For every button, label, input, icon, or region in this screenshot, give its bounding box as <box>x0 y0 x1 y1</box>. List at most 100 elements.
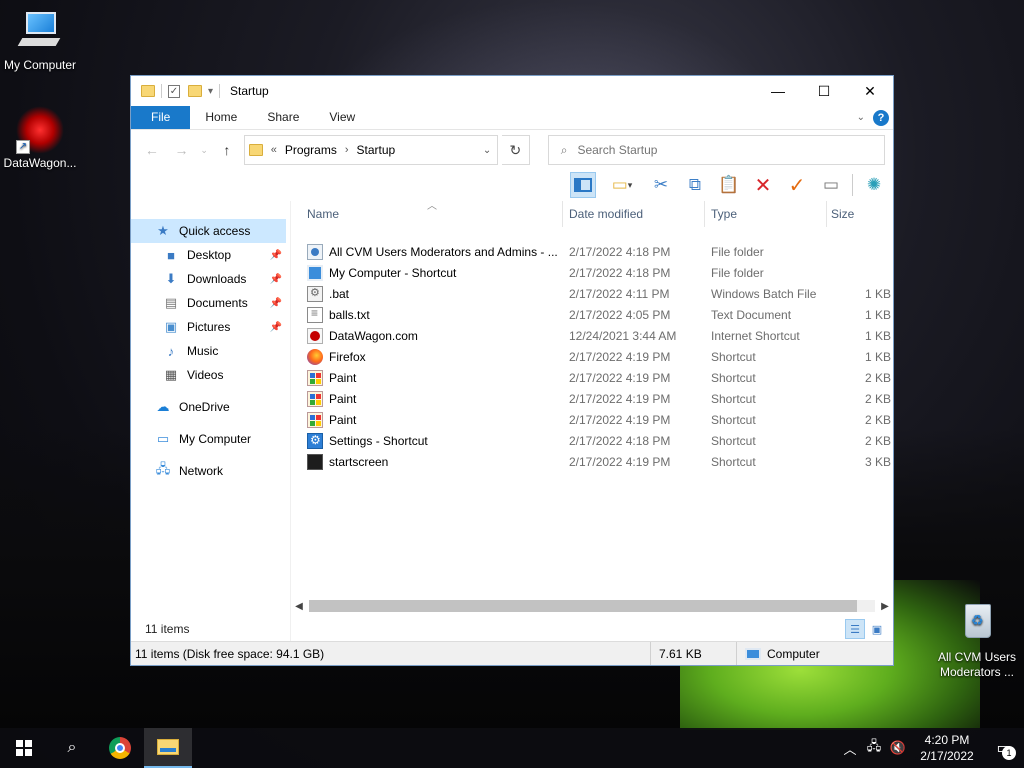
nav-item-documents[interactable]: ▤ Documents 📌 <box>131 291 290 315</box>
desktop-icon-my-computer[interactable]: My Computer <box>0 8 80 72</box>
nav-item-downloads[interactable]: ⬇ Downloads 📌 <box>131 267 290 291</box>
file-row[interactable]: balls.txt 2/17/2022 4:05 PM Text Documen… <box>291 304 893 325</box>
folder-options-icon[interactable]: ▭ ▾ <box>604 172 640 198</box>
nav-item-desktop[interactable]: ■ Desktop 📌 <box>131 243 290 267</box>
recent-locations-icon[interactable]: ⌄ <box>198 145 210 156</box>
pin-icon[interactable]: 📌 <box>270 322 282 333</box>
clock-time: 4:20 PM <box>924 733 970 747</box>
item-count-bar: 11 items ☰ ▣ <box>131 617 893 641</box>
file-size: 1 KB <box>864 307 891 322</box>
taskbar-chrome[interactable] <box>96 728 144 768</box>
start-button[interactable] <box>0 728 48 768</box>
maximize-button[interactable]: ☐ <box>801 76 847 106</box>
chevron-up-icon[interactable]: ︿ <box>838 739 862 758</box>
shell-icon[interactable]: ✺ <box>861 172 887 198</box>
nav-item-label: Desktop <box>187 248 232 262</box>
details-view-icon[interactable]: ☰ <box>845 619 865 639</box>
pin-icon[interactable]: 📌 <box>270 298 282 309</box>
status-summary: 11 items (Disk free space: 94.1 GB) <box>131 642 651 665</box>
nav-item-network[interactable]: 🖧 Network <box>131 459 290 483</box>
properties-icon[interactable]: ✓ <box>168 84 180 98</box>
file-size: 1 KB <box>864 349 891 364</box>
file-row[interactable]: Paint 2/17/2022 4:19 PM Shortcut 2 KB <box>291 409 893 430</box>
volume-muted-icon[interactable]: 🔇 <box>886 740 910 756</box>
search-box[interactable]: ⌕ <box>547 135 885 165</box>
title-bar[interactable]: ✓ ▾ Startup — ☐ ✕ <box>131 76 893 106</box>
nav-item-my-computer[interactable]: ▭ My Computer <box>131 427 290 451</box>
address-bar[interactable]: « Programs › Startup ⌄ <box>243 135 499 165</box>
expand-ribbon-icon[interactable]: ⌄ <box>857 112 865 123</box>
file-date: 2/17/2022 4:19 PM <box>569 412 671 427</box>
file-row[interactable]: Paint 2/17/2022 4:19 PM Shortcut 2 KB <box>291 367 893 388</box>
file-row[interactable]: DataWagon.com 12/24/2021 3:44 AM Interne… <box>291 325 893 346</box>
nav-item-quick-access[interactable]: ★ Quick access <box>131 219 286 243</box>
scroll-right-icon[interactable]: ▶ <box>877 601 893 612</box>
computer-icon <box>16 8 64 56</box>
close-button[interactable]: ✕ <box>847 76 893 106</box>
file-row[interactable]: .bat 2/17/2022 4:11 PM Windows Batch Fil… <box>291 283 893 304</box>
tab-share[interactable]: Share <box>252 106 314 129</box>
nav-item-pictures[interactable]: ▣ Pictures 📌 <box>131 315 290 339</box>
file-row[interactable]: Settings - Shortcut 2/17/2022 4:18 PM Sh… <box>291 430 893 451</box>
nav-item-label: My Computer <box>179 432 252 446</box>
file-row[interactable]: All CVM Users Moderators and Admins - ..… <box>291 241 893 262</box>
status-location: Computer <box>767 646 820 661</box>
up-arrow-icon[interactable]: ↑ <box>214 142 240 158</box>
tab-home[interactable]: Home <box>190 106 252 129</box>
properties-icon[interactable]: ▭ <box>818 172 844 198</box>
breadcrumb-startup[interactable]: Startup <box>357 143 396 157</box>
new-folder-icon[interactable] <box>188 85 202 97</box>
preview-pane-button[interactable] <box>570 172 596 198</box>
window-title: Startup <box>230 84 269 98</box>
scroll-left-icon[interactable]: ◀ <box>291 601 307 612</box>
back-arrow-icon[interactable]: ← <box>139 142 165 158</box>
tab-view[interactable]: View <box>314 106 370 129</box>
file-date: 2/17/2022 4:19 PM <box>569 349 671 364</box>
paste-icon[interactable]: 📋 <box>716 172 742 198</box>
quick-access-toolbar-dropdown-icon[interactable]: ▾ <box>208 86 213 97</box>
search-button[interactable]: ⌕ <box>48 728 96 768</box>
horizontal-scrollbar[interactable]: ◀ ▶ <box>291 597 893 615</box>
nav-item-videos[interactable]: ▦ Videos <box>131 363 290 387</box>
cut-icon[interactable]: ✂ <box>648 172 674 198</box>
file-row[interactable]: startscreen 2/17/2022 4:19 PM Shortcut 3… <box>291 451 893 472</box>
file-row[interactable]: My Computer - Shortcut 2/17/2022 4:18 PM… <box>291 262 893 283</box>
file-type: Shortcut <box>711 391 756 406</box>
copy-icon[interactable]: ⧉ <box>682 172 708 198</box>
forward-arrow-icon[interactable]: → <box>169 142 195 158</box>
pin-icon[interactable]: 📌 <box>270 250 282 261</box>
desktop-icon-datawagon[interactable]: ↗ DataWagon... <box>0 106 80 170</box>
delete-icon[interactable]: ✕ <box>750 172 776 198</box>
chevron-right-icon[interactable]: › <box>345 144 349 156</box>
pin-icon[interactable]: 📌 <box>270 274 282 285</box>
column-header-type[interactable]: Type <box>705 201 827 227</box>
nav-item-music[interactable]: ♪ Music <box>131 339 290 363</box>
tab-file[interactable]: File <box>131 106 191 129</box>
nav-item-label: Pictures <box>187 320 231 334</box>
action-center-button[interactable]: ▭ 1 <box>984 728 1024 768</box>
rename-icon[interactable]: ✓ <box>784 172 810 198</box>
file-type: Internet Shortcut <box>711 328 800 343</box>
clock[interactable]: 4:20 PM 2/17/2022 <box>910 732 984 764</box>
desktop-icon-recycle-bin[interactable]: All CVM Users Moderators ... <box>932 600 1022 680</box>
film-icon: ▦ <box>164 367 178 382</box>
breadcrumb-programs[interactable]: Programs <box>285 143 337 157</box>
nav-item-onedrive[interactable]: ☁ OneDrive <box>131 395 290 419</box>
large-icons-view-icon[interactable]: ▣ <box>867 619 887 639</box>
refresh-button[interactable]: ↻ <box>502 135 530 165</box>
breadcrumb-overflow[interactable]: « <box>271 144 277 156</box>
column-header-size[interactable]: Size <box>827 201 887 227</box>
help-icon[interactable]: ? <box>873 109 889 126</box>
file-row[interactable]: Paint 2/17/2022 4:19 PM Shortcut 2 KB <box>291 388 893 409</box>
search-input[interactable] <box>577 143 858 157</box>
minimize-button[interactable]: — <box>755 76 801 106</box>
toolbar: ▭ ▾ ✂ ⧉ 📋 ✕ ✓ ▭ ✺ <box>131 170 893 200</box>
chevron-down-icon[interactable]: ⌄ <box>477 145 497 156</box>
column-header-date-modified[interactable]: Date modified <box>563 201 705 227</box>
taskbar-file-explorer[interactable] <box>144 728 192 768</box>
file-row[interactable]: Firefox 2/17/2022 4:19 PM Shortcut 1 KB <box>291 346 893 367</box>
file-date: 2/17/2022 4:19 PM <box>569 391 671 406</box>
scrollbar-thumb[interactable] <box>309 600 857 612</box>
network-icon[interactable]: 🖧 <box>862 737 886 759</box>
file-size: 3 KB <box>864 454 891 469</box>
